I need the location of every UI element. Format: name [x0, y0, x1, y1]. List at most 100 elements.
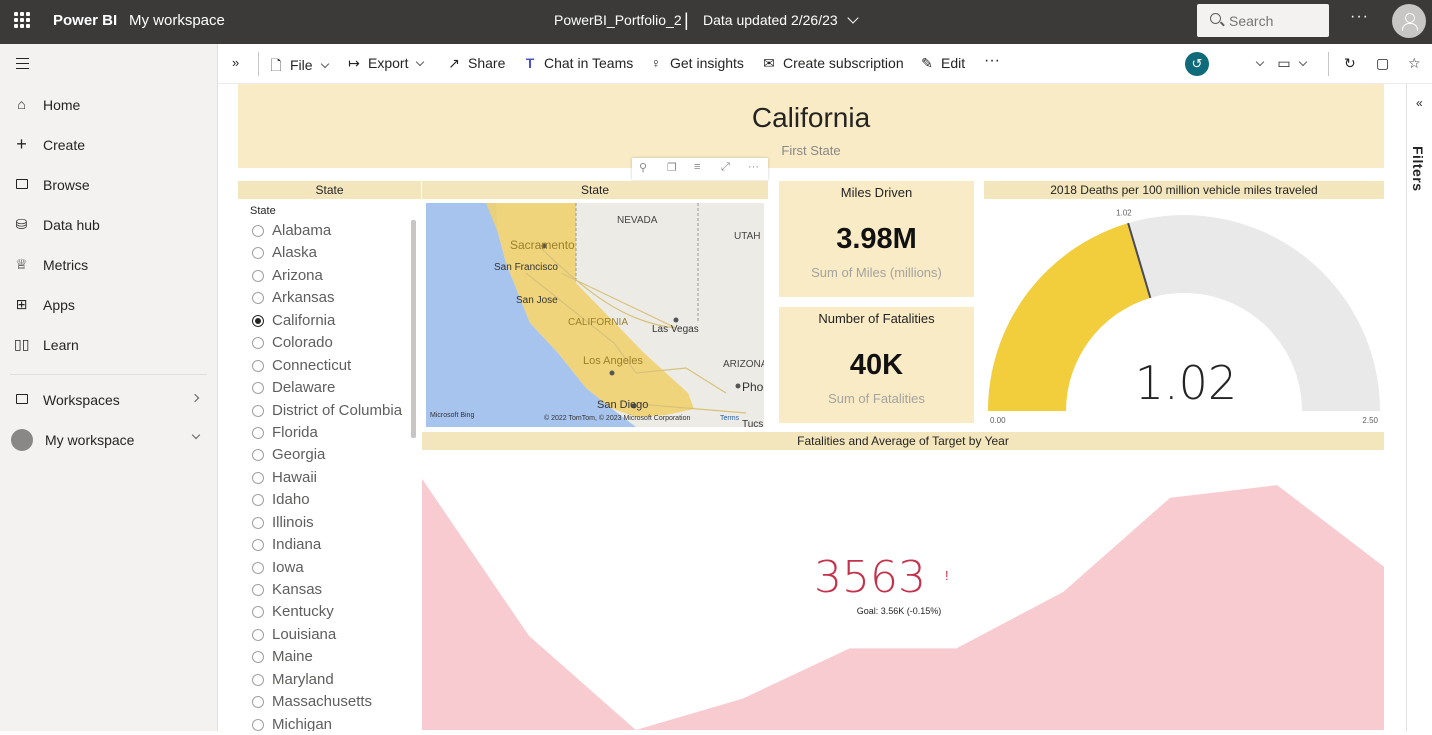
slicer-option[interactable]: District of Columbia [250, 401, 418, 423]
refresh-icon[interactable]: ↻ [1344, 55, 1356, 72]
radio-button[interactable] [252, 404, 264, 417]
map-terms-link[interactable]: Terms [720, 415, 740, 422]
slicer-option[interactable]: Colorado [250, 333, 418, 355]
favorite-star-icon[interactable]: ☆ [1408, 55, 1421, 72]
nav-item-apps[interactable]: ⊞ Apps [0, 285, 217, 325]
filters-pane[interactable]: « Filters [1406, 84, 1432, 731]
chat-in-teams-button[interactable]: T Chat in Teams [522, 55, 634, 71]
create-subscription-button[interactable]: ✉ Create subscription [761, 55, 904, 72]
nav-item-label: Metrics [43, 257, 89, 273]
radio-button[interactable] [252, 247, 264, 260]
radio-button[interactable] [252, 516, 264, 529]
slicer-option[interactable]: Connecticut [250, 356, 418, 378]
fatalities-kpi[interactable]: 3563 ! Goal: 3.56K (-0.15%) [422, 450, 1384, 730]
map-label-las-vegas: Las Vegas [652, 324, 699, 335]
view-dropdown-chevron[interactable] [1248, 55, 1265, 71]
account-avatar[interactable] [1392, 4, 1426, 38]
share-button[interactable]: ↗ Share [446, 55, 505, 72]
slicer-option[interactable]: Hawaii [250, 468, 418, 490]
slicer-option[interactable]: Alabama [250, 221, 418, 243]
data-updated-dropdown[interactable]: Data updated 2/26/23 [703, 12, 838, 28]
nav-item-browse[interactable]: Browse [0, 165, 217, 205]
slicer-scrollbar[interactable] [411, 220, 416, 438]
pin-icon[interactable]: ⚲ [639, 161, 647, 174]
slicer-option[interactable]: Maine [250, 647, 418, 669]
state-slicer[interactable]: Alabama Alaska Arizona Arkansas California Co… [250, 221, 418, 731]
slicer-option[interactable]: Massachusetts [250, 692, 418, 714]
chevron-down-icon[interactable] [847, 12, 859, 24]
search-input[interactable] [1229, 4, 1325, 37]
edit-button[interactable]: ✎ Edit [919, 55, 965, 72]
nav-item-metrics[interactable]: ♕ Metrics [0, 245, 217, 285]
focus-mode-icon[interactable]: ⤢ [721, 161, 730, 174]
radio-button[interactable] [252, 628, 264, 641]
collapse-filters-icon[interactable]: « [1416, 96, 1423, 110]
radio-button[interactable] [252, 449, 264, 462]
slicer-option[interactable]: Florida [250, 423, 418, 445]
slicer-option[interactable]: California [250, 311, 418, 333]
comment-icon[interactable]: ▢ [1376, 55, 1389, 72]
radio-button[interactable] [252, 718, 264, 731]
reset-icon[interactable]: ↺ [1185, 52, 1209, 76]
slicer-option[interactable]: Illinois [250, 513, 418, 535]
brand-name[interactable]: Power BI [53, 12, 117, 29]
radio-button[interactable] [252, 269, 264, 282]
nav-item-my-workspace[interactable]: My workspace [0, 420, 217, 460]
slicer-option-label: Kentucky [272, 603, 334, 621]
radio-button[interactable] [252, 225, 264, 237]
slicer-option[interactable]: Arkansas [250, 288, 418, 310]
get-insights-button[interactable]: ♀ Get insights [648, 55, 744, 71]
radio-button[interactable] [252, 471, 264, 484]
slicer-option[interactable]: Arizona [250, 266, 418, 288]
copy-icon[interactable]: ❐ [667, 161, 677, 174]
radio-button[interactable] [252, 337, 264, 350]
nav-item-data-hub[interactable]: ⛁ Data hub [0, 205, 217, 245]
nav-item-create[interactable]: + Create [0, 125, 217, 165]
more-actions-icon[interactable]: ··· [984, 52, 1000, 70]
slicer-option[interactable]: Louisiana [250, 625, 418, 647]
radio-button[interactable] [252, 696, 264, 709]
radio-button[interactable] [252, 314, 264, 327]
radio-button[interactable] [252, 606, 264, 619]
radio-button[interactable] [252, 539, 264, 552]
nav-item-learn[interactable]: ▯▯ Learn [0, 325, 217, 365]
radio-button[interactable] [252, 359, 264, 372]
visual-header-toolbar: ⚲ ❐ ≡ ⤢ ··· [632, 158, 768, 180]
radio-button[interactable] [252, 426, 264, 439]
slicer-option[interactable]: Alaska [250, 243, 418, 265]
radio-button[interactable] [252, 494, 264, 507]
slicer-option[interactable]: Kansas [250, 580, 418, 602]
view-mode-button[interactable]: ▭ [1276, 55, 1308, 72]
workspace-breadcrumb[interactable]: My workspace [129, 12, 225, 29]
slicer-option[interactable]: Georgia [250, 445, 418, 467]
radio-button[interactable] [252, 584, 264, 596]
radio-button[interactable] [252, 673, 264, 686]
nav-item-workspaces[interactable]: Workspaces [0, 380, 217, 420]
nav-item-label: Home [43, 97, 81, 113]
hamburger-menu-icon[interactable] [16, 58, 29, 69]
filter-icon[interactable]: ≡ [694, 161, 700, 173]
export-menu-button[interactable]: ↦ Export [346, 55, 425, 72]
slicer-option[interactable]: Indiana [250, 535, 418, 557]
radio-button[interactable] [252, 292, 264, 305]
state-map[interactable]: NEVADA UTAH Sacramento San Francisco San… [426, 203, 764, 427]
map-attribution: © 2022 TomTom, © 2023 Microsoft Corporat… [544, 414, 690, 422]
radio-button[interactable] [252, 561, 264, 574]
more-options-icon[interactable]: ··· [1350, 8, 1369, 26]
radio-button[interactable] [252, 382, 264, 395]
slicer-option[interactable]: Idaho [250, 490, 418, 512]
search-box[interactable] [1197, 4, 1329, 37]
slicer-option[interactable]: Kentucky [250, 602, 418, 624]
slicer-option[interactable]: Iowa [250, 558, 418, 580]
slicer-option[interactable]: Maryland [250, 670, 418, 692]
more-options-icon[interactable]: ··· [748, 161, 759, 173]
slicer-option[interactable]: Michigan [250, 715, 418, 731]
nav-item-home[interactable]: ⌂ Home [0, 85, 217, 125]
expand-pages-icon[interactable]: » [232, 55, 239, 70]
report-heading: California [751, 102, 871, 133]
deaths-gauge[interactable]: 1.02 1.02 0.00 2.50 [984, 199, 1384, 429]
file-menu-button[interactable]: 🗋 File [268, 55, 329, 79]
radio-button[interactable] [252, 651, 264, 664]
slicer-option[interactable]: Delaware [250, 378, 418, 400]
app-launcher-icon[interactable] [14, 12, 30, 28]
